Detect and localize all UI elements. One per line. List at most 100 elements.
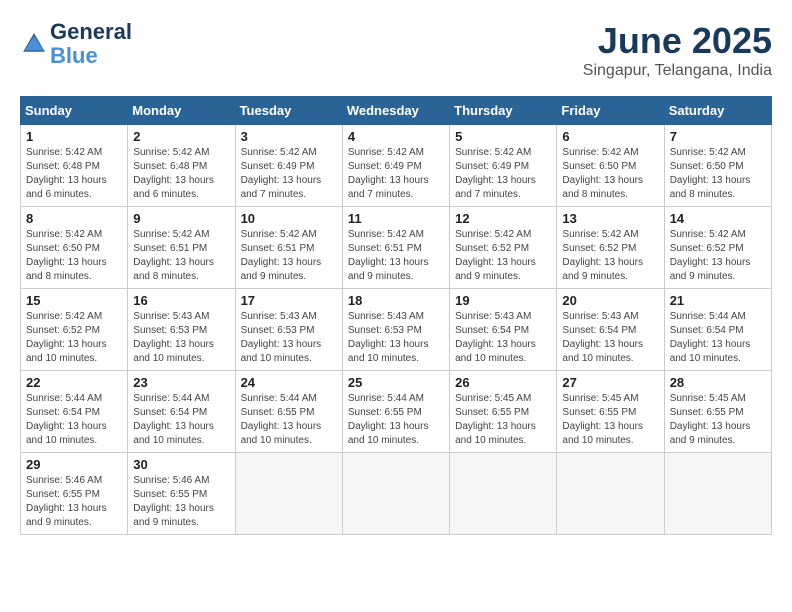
title-block: June 2025 Singapur, Telangana, India bbox=[583, 20, 772, 80]
calendar-cell: 26 Sunrise: 5:45 AM Sunset: 6:55 PM Dayli… bbox=[450, 371, 557, 453]
calendar-cell bbox=[342, 453, 449, 535]
day-info: Sunrise: 5:44 AM Sunset: 6:54 PM Dayligh… bbox=[670, 310, 766, 366]
calendar-cell: 28Sunrise: 5:45 AM Sunset: 6:55 PM Dayli… bbox=[664, 371, 771, 453]
day-info: Sunrise: 5:42 AM Sunset: 6:50 PM Dayligh… bbox=[26, 228, 122, 284]
day-number: 30 bbox=[133, 457, 229, 472]
day-number: 27 bbox=[562, 375, 658, 390]
day-number: 25 bbox=[348, 375, 444, 390]
logo-icon bbox=[20, 30, 48, 58]
day-number: 4 bbox=[348, 129, 444, 144]
week-row-3: 15 Sunrise: 5:42 AM Sunset: 6:52 PM Dayli… bbox=[21, 289, 772, 371]
day-number: 6 bbox=[562, 129, 658, 144]
day-header-wednesday: Wednesday bbox=[342, 97, 449, 125]
day-number: 28 bbox=[670, 375, 766, 390]
calendar-cell: 7 Sunrise: 5:42 AM Sunset: 6:50 PM Daylig… bbox=[664, 125, 771, 207]
calendar-cell: 21 Sunrise: 5:44 AM Sunset: 6:54 PM Dayli… bbox=[664, 289, 771, 371]
calendar-cell: 3 Sunrise: 5:42 AM Sunset: 6:49 PM Daylig… bbox=[235, 125, 342, 207]
day-info: Sunrise: 5:45 AM Sunset: 6:55 PM Dayligh… bbox=[455, 392, 551, 448]
day-header-friday: Friday bbox=[557, 97, 664, 125]
day-info: Sunrise: 5:43 AM Sunset: 6:53 PM Dayligh… bbox=[133, 310, 229, 366]
header-row: SundayMondayTuesdayWednesdayThursdayFrid… bbox=[21, 97, 772, 125]
day-number: 19 bbox=[455, 293, 551, 308]
calendar-cell: 11Sunrise: 5:42 AM Sunset: 6:51 PM Dayli… bbox=[342, 207, 449, 289]
day-number: 10 bbox=[241, 211, 337, 226]
subtitle: Singapur, Telangana, India bbox=[583, 62, 772, 80]
calendar-cell: 25 Sunrise: 5:44 AM Sunset: 6:55 PM Dayli… bbox=[342, 371, 449, 453]
day-number: 23 bbox=[133, 375, 229, 390]
calendar-table: SundayMondayTuesdayWednesdayThursdayFrid… bbox=[20, 96, 772, 535]
day-number: 29 bbox=[26, 457, 122, 472]
day-info: Sunrise: 5:44 AM Sunset: 6:55 PM Dayligh… bbox=[348, 392, 444, 448]
day-info: Sunrise: 5:42 AM Sunset: 6:50 PM Dayligh… bbox=[562, 146, 658, 202]
calendar-cell: 23 Sunrise: 5:44 AM Sunset: 6:54 PM Dayli… bbox=[128, 371, 235, 453]
calendar-cell: 8 Sunrise: 5:42 AM Sunset: 6:50 PM Daylig… bbox=[21, 207, 128, 289]
day-info: Sunrise: 5:42 AM Sunset: 6:52 PM Dayligh… bbox=[26, 310, 122, 366]
day-info: Sunrise: 5:42 AM Sunset: 6:52 PM Dayligh… bbox=[562, 228, 658, 284]
calendar-cell: 30Sunrise: 5:46 AM Sunset: 6:55 PM Dayli… bbox=[128, 453, 235, 535]
day-number: 26 bbox=[455, 375, 551, 390]
day-info: Sunrise: 5:42 AM Sunset: 6:51 PM Dayligh… bbox=[133, 228, 229, 284]
day-info: Sunrise: 5:42 AM Sunset: 6:51 PM Dayligh… bbox=[348, 228, 444, 284]
week-row-2: 8 Sunrise: 5:42 AM Sunset: 6:50 PM Daylig… bbox=[21, 207, 772, 289]
day-number: 24 bbox=[241, 375, 337, 390]
day-info: Sunrise: 5:42 AM Sunset: 6:51 PM Dayligh… bbox=[241, 228, 337, 284]
calendar-cell: 24 Sunrise: 5:44 AM Sunset: 6:55 PM Dayli… bbox=[235, 371, 342, 453]
day-number: 17 bbox=[241, 293, 337, 308]
day-info: Sunrise: 5:42 AM Sunset: 6:50 PM Dayligh… bbox=[670, 146, 766, 202]
day-header-thursday: Thursday bbox=[450, 97, 557, 125]
day-info: Sunrise: 5:43 AM Sunset: 6:53 PM Dayligh… bbox=[241, 310, 337, 366]
day-header-monday: Monday bbox=[128, 97, 235, 125]
day-info: Sunrise: 5:42 AM Sunset: 6:52 PM Dayligh… bbox=[670, 228, 766, 284]
day-info: Sunrise: 5:42 AM Sunset: 6:49 PM Dayligh… bbox=[241, 146, 337, 202]
calendar-cell: 1 Sunrise: 5:42 AM Sunset: 6:48 PM Daylig… bbox=[21, 125, 128, 207]
week-row-5: 29Sunrise: 5:46 AM Sunset: 6:55 PM Dayli… bbox=[21, 453, 772, 535]
day-number: 8 bbox=[26, 211, 122, 226]
calendar-cell: 16 Sunrise: 5:43 AM Sunset: 6:53 PM Dayli… bbox=[128, 289, 235, 371]
calendar-cell: 12Sunrise: 5:42 AM Sunset: 6:52 PM Dayli… bbox=[450, 207, 557, 289]
day-number: 21 bbox=[670, 293, 766, 308]
day-info: Sunrise: 5:44 AM Sunset: 6:55 PM Dayligh… bbox=[241, 392, 337, 448]
week-row-4: 22 Sunrise: 5:44 AM Sunset: 6:54 PM Dayli… bbox=[21, 371, 772, 453]
calendar-cell: 15 Sunrise: 5:42 AM Sunset: 6:52 PM Dayli… bbox=[21, 289, 128, 371]
calendar-cell: 27 Sunrise: 5:45 AM Sunset: 6:55 PM Dayli… bbox=[557, 371, 664, 453]
day-number: 14 bbox=[670, 211, 766, 226]
calendar-cell bbox=[664, 453, 771, 535]
day-number: 5 bbox=[455, 129, 551, 144]
day-number: 20 bbox=[562, 293, 658, 308]
day-info: Sunrise: 5:42 AM Sunset: 6:48 PM Dayligh… bbox=[26, 146, 122, 202]
calendar-cell: 13 Sunrise: 5:42 AM Sunset: 6:52 PM Dayli… bbox=[557, 207, 664, 289]
day-number: 13 bbox=[562, 211, 658, 226]
day-number: 2 bbox=[133, 129, 229, 144]
day-number: 3 bbox=[241, 129, 337, 144]
day-number: 9 bbox=[133, 211, 229, 226]
calendar-cell bbox=[557, 453, 664, 535]
calendar-cell: 29Sunrise: 5:46 AM Sunset: 6:55 PM Dayli… bbox=[21, 453, 128, 535]
logo: General Blue bbox=[20, 20, 132, 68]
calendar-cell: 22 Sunrise: 5:44 AM Sunset: 6:54 PM Dayli… bbox=[21, 371, 128, 453]
day-number: 15 bbox=[26, 293, 122, 308]
calendar-cell: 5 Sunrise: 5:42 AM Sunset: 6:49 PM Daylig… bbox=[450, 125, 557, 207]
day-info: Sunrise: 5:44 AM Sunset: 6:54 PM Dayligh… bbox=[133, 392, 229, 448]
calendar-cell: 19Sunrise: 5:43 AM Sunset: 6:54 PM Dayli… bbox=[450, 289, 557, 371]
calendar-cell bbox=[235, 453, 342, 535]
day-info: Sunrise: 5:42 AM Sunset: 6:49 PM Dayligh… bbox=[455, 146, 551, 202]
day-info: Sunrise: 5:43 AM Sunset: 6:53 PM Dayligh… bbox=[348, 310, 444, 366]
calendar-cell: 6 Sunrise: 5:42 AM Sunset: 6:50 PM Daylig… bbox=[557, 125, 664, 207]
day-number: 18 bbox=[348, 293, 444, 308]
day-info: Sunrise: 5:45 AM Sunset: 6:55 PM Dayligh… bbox=[562, 392, 658, 448]
logo-text: General Blue bbox=[50, 20, 132, 68]
day-header-sunday: Sunday bbox=[21, 97, 128, 125]
day-number: 22 bbox=[26, 375, 122, 390]
page-header: General Blue June 2025 Singapur, Telanga… bbox=[20, 20, 772, 80]
day-number: 1 bbox=[26, 129, 122, 144]
calendar-cell: 10 Sunrise: 5:42 AM Sunset: 6:51 PM Dayli… bbox=[235, 207, 342, 289]
month-title: June 2025 bbox=[583, 20, 772, 62]
calendar-cell: 17 Sunrise: 5:43 AM Sunset: 6:53 PM Dayli… bbox=[235, 289, 342, 371]
day-info: Sunrise: 5:44 AM Sunset: 6:54 PM Dayligh… bbox=[26, 392, 122, 448]
day-number: 7 bbox=[670, 129, 766, 144]
calendar-cell: 9 Sunrise: 5:42 AM Sunset: 6:51 PM Daylig… bbox=[128, 207, 235, 289]
day-number: 16 bbox=[133, 293, 229, 308]
day-header-saturday: Saturday bbox=[664, 97, 771, 125]
calendar-cell: 18 Sunrise: 5:43 AM Sunset: 6:53 PM Dayli… bbox=[342, 289, 449, 371]
day-info: Sunrise: 5:42 AM Sunset: 6:48 PM Dayligh… bbox=[133, 146, 229, 202]
